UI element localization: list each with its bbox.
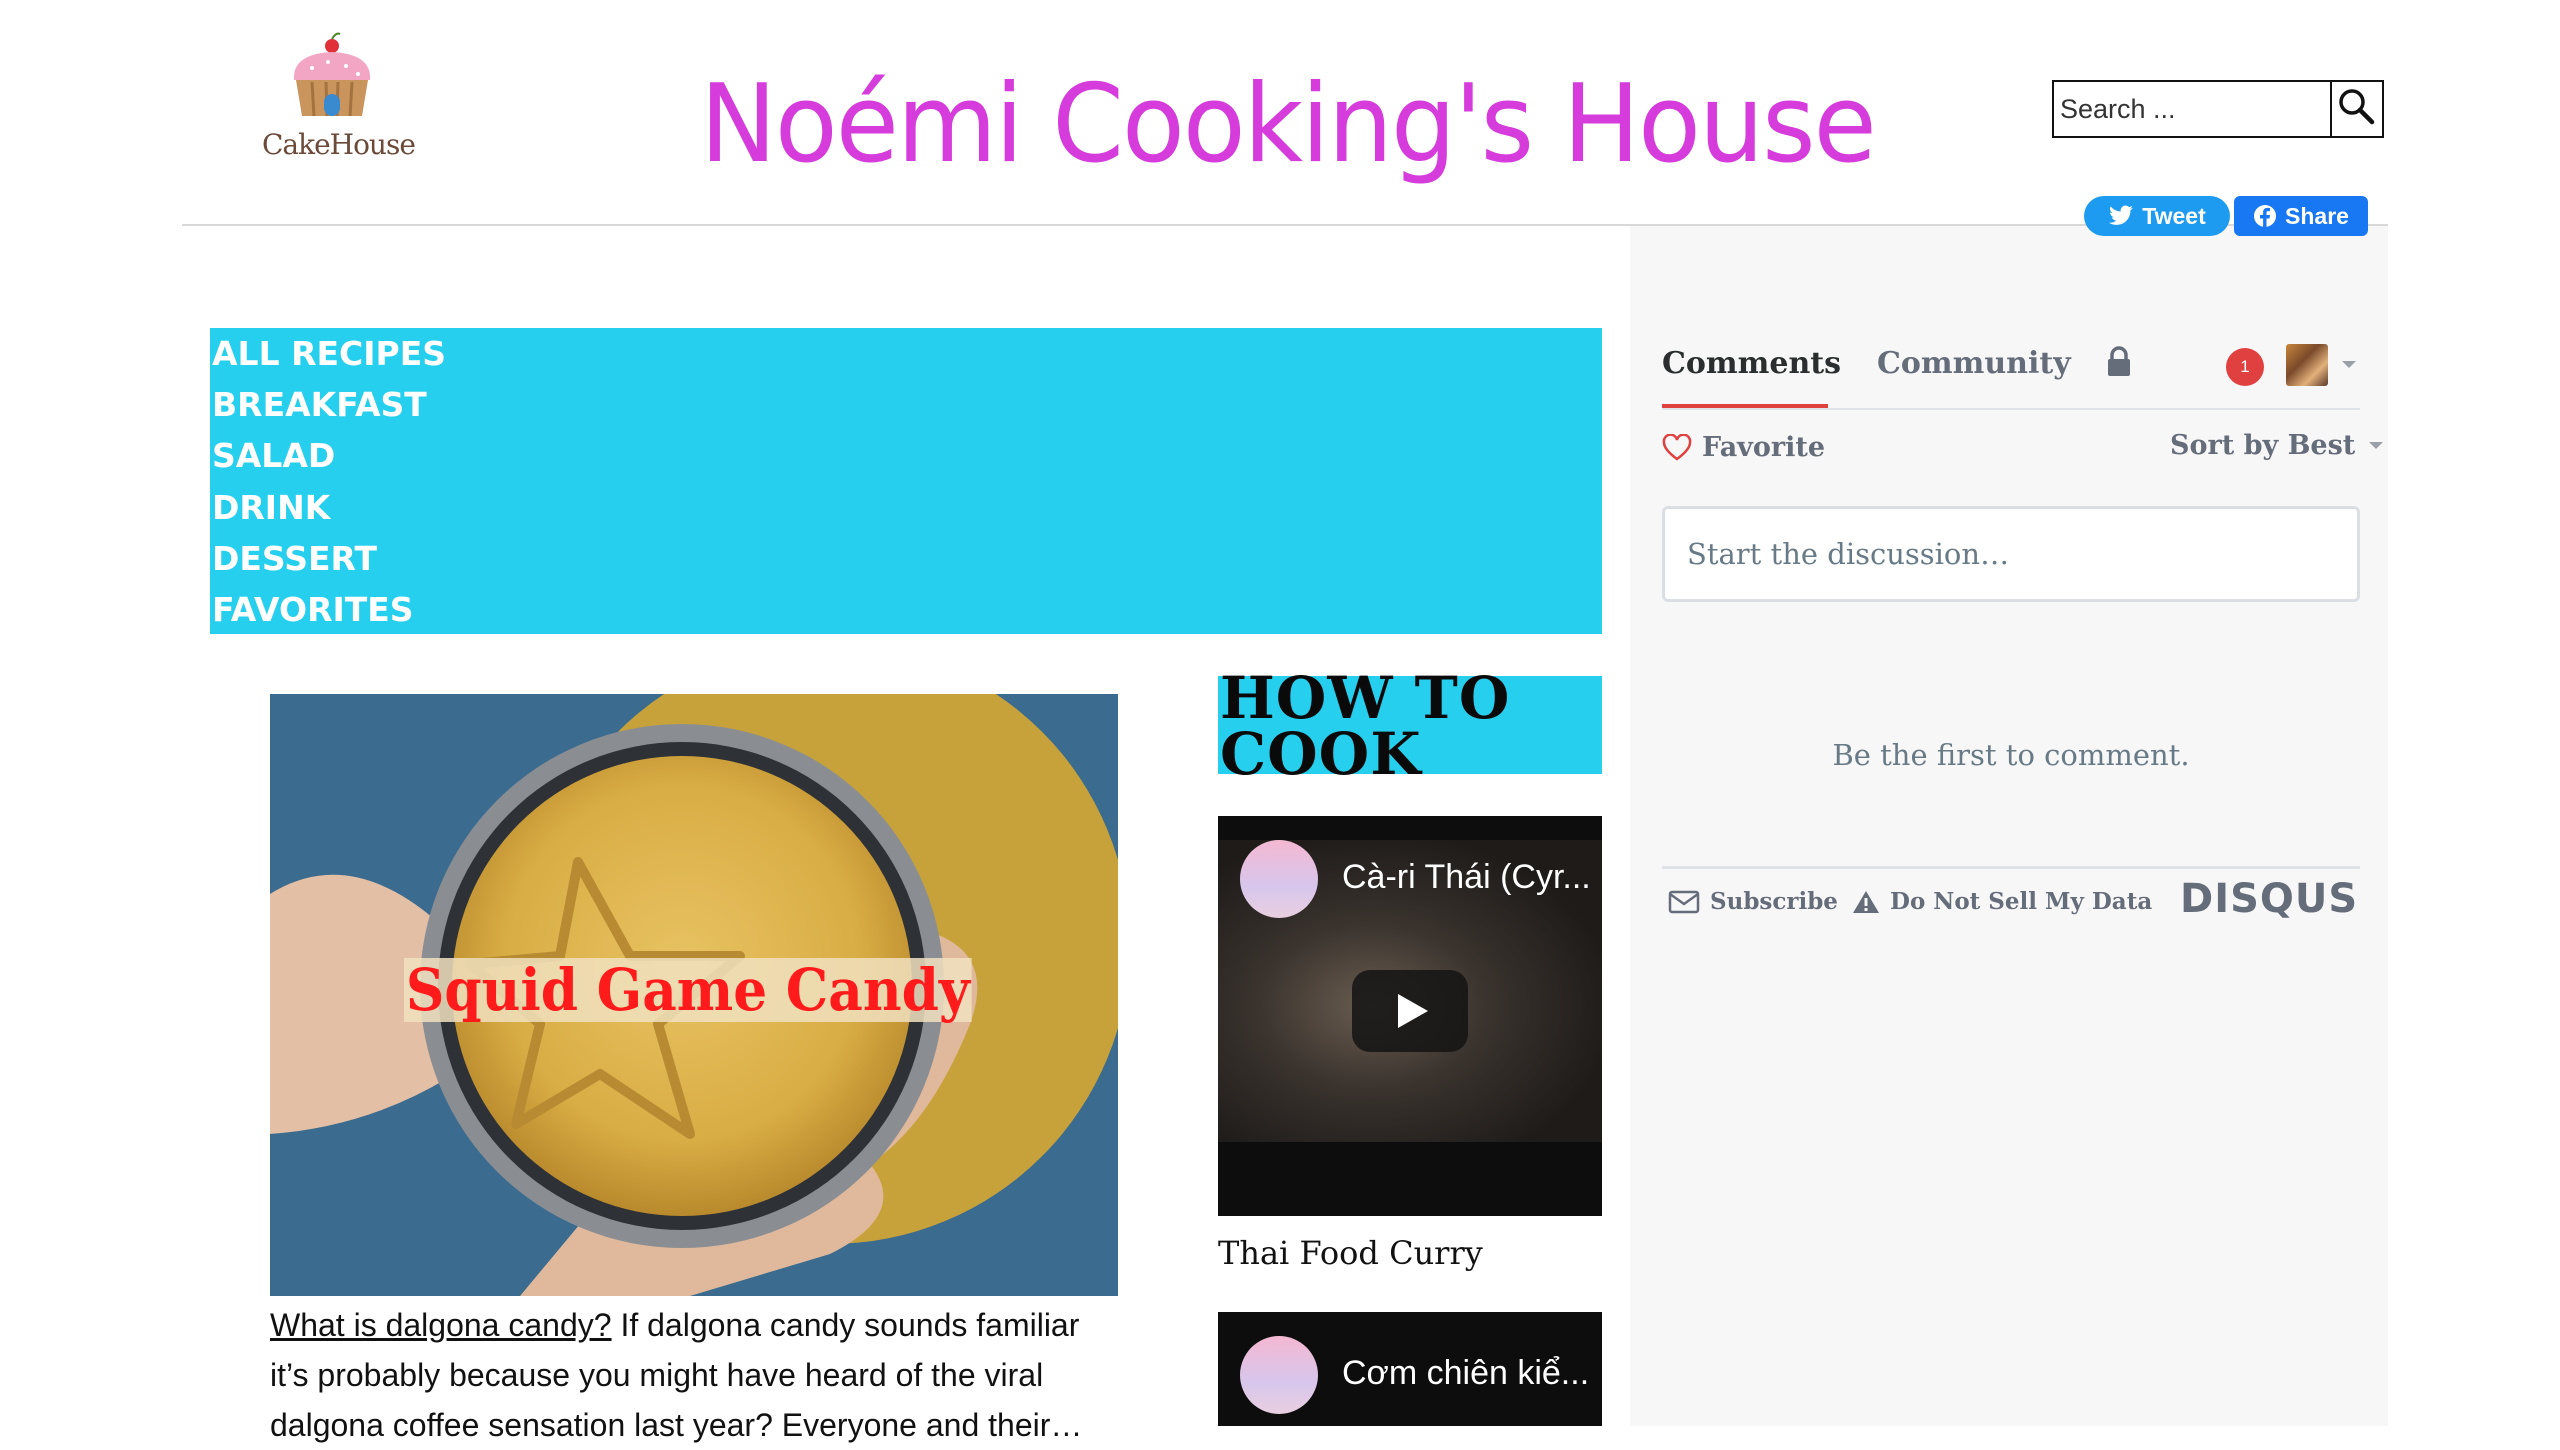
heart-icon bbox=[1662, 433, 1692, 461]
tab-comments[interactable]: Comments bbox=[1662, 346, 1841, 381]
video-embed[interactable]: Cơm chiên kiể... bbox=[1218, 1312, 1602, 1426]
notification-badge[interactable]: 1 bbox=[2226, 348, 2264, 386]
avatar[interactable] bbox=[2286, 344, 2328, 386]
channel-avatar[interactable] bbox=[1240, 1336, 1318, 1414]
envelope-icon bbox=[1668, 890, 1700, 913]
lock-icon[interactable] bbox=[2106, 346, 2132, 383]
nav-item-salad[interactable]: SALAD bbox=[212, 436, 335, 476]
tweet-button[interactable]: Tweet bbox=[2084, 196, 2230, 236]
twitter-bird-icon bbox=[2109, 205, 2134, 225]
nav-item-breakfast[interactable]: BREAKFAST bbox=[212, 385, 427, 425]
video-title[interactable]: Cà-ri Thái (Cyr... bbox=[1342, 858, 1598, 897]
tabs-divider bbox=[1662, 408, 2360, 410]
play-button[interactable] bbox=[1352, 970, 1468, 1052]
comment-input[interactable]: Start the discussion… bbox=[1662, 506, 2360, 602]
tweet-label: Tweet bbox=[2142, 202, 2206, 229]
cupcake-logo bbox=[293, 32, 371, 117]
chevron-down-icon[interactable] bbox=[2340, 358, 2358, 376]
sort-dropdown[interactable]: Sort by Best bbox=[2170, 430, 2385, 461]
site-title[interactable]: Noémi Cooking's House bbox=[700, 60, 1877, 190]
search-form bbox=[2052, 80, 2384, 138]
facebook-icon bbox=[2254, 205, 2277, 228]
site-logo[interactable]: CakeHouse bbox=[262, 30, 416, 172]
article-hero-image[interactable]: Squid Game Candy bbox=[270, 694, 1118, 1296]
nav-item-all-recipes[interactable]: ALL RECIPES bbox=[212, 334, 446, 374]
play-icon bbox=[1398, 994, 1428, 1028]
disqus-logo[interactable]: DISQUS bbox=[2180, 876, 2358, 922]
nav-item-drink[interactable]: DRINK bbox=[212, 488, 330, 528]
how-to-cook-title-line1: HOW TO bbox=[1220, 664, 1511, 732]
comments-footer-divider bbox=[1662, 866, 2360, 869]
search-input[interactable] bbox=[2054, 82, 2334, 136]
tab-community[interactable]: Community bbox=[1877, 346, 2071, 381]
article-link[interactable]: What is dalgona candy? bbox=[270, 1307, 612, 1343]
nav-item-dessert[interactable]: DESSERT bbox=[212, 539, 377, 579]
share-label: Share bbox=[2285, 202, 2349, 229]
video-embed[interactable]: Cà-ri Thái (Cyr... bbox=[1218, 816, 1602, 1216]
subscribe-label: Subscribe bbox=[1710, 888, 1838, 915]
favorite-label: Favorite bbox=[1702, 432, 1826, 463]
nav-item-favorites[interactable]: FAVORITES bbox=[212, 590, 414, 630]
article-excerpt: What is dalgona candy? If dalgona candy … bbox=[270, 1300, 1110, 1450]
how-to-cook-title: HOW TO COOK bbox=[1220, 664, 1511, 788]
how-to-cook-header: HOW TO COOK bbox=[1218, 669, 1602, 783]
warning-icon bbox=[1853, 890, 1879, 913]
how-to-cook-title-line2: COOK bbox=[1220, 720, 1422, 788]
favorite-button[interactable]: Favorite bbox=[1662, 432, 1825, 463]
hero-caption: Squid Game Candy bbox=[404, 956, 972, 1024]
video-title[interactable]: Cơm chiên kiể... bbox=[1342, 1354, 1598, 1393]
sort-label: Sort by Best bbox=[2170, 430, 2356, 461]
empty-comments-message: Be the first to comment. bbox=[1832, 738, 2190, 772]
main-nav: ALL RECIPES BREAKFAST SALAD DRINK DESSER… bbox=[210, 328, 1602, 634]
logo-text: CakeHouse bbox=[262, 128, 416, 161]
facebook-share-button[interactable]: Share bbox=[2234, 196, 2368, 236]
do-not-sell-label: Do Not Sell My Data bbox=[1890, 888, 2153, 915]
do-not-sell-link[interactable]: Do Not Sell My Data bbox=[1852, 888, 2152, 915]
chevron-down-icon bbox=[2369, 441, 2384, 449]
video-caption[interactable]: Thai Food Curry bbox=[1218, 1234, 1483, 1272]
search-button[interactable] bbox=[2330, 82, 2382, 136]
search-icon bbox=[2339, 89, 2375, 125]
channel-avatar[interactable] bbox=[1240, 840, 1318, 918]
subscribe-link[interactable]: Subscribe bbox=[1668, 888, 1838, 915]
